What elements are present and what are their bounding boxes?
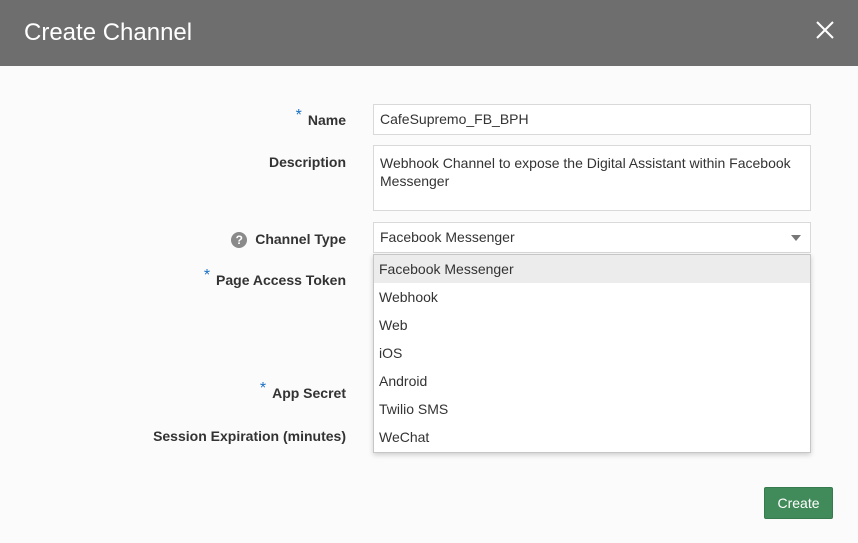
help-icon[interactable]: ?	[231, 232, 248, 248]
create-channel-dialog: Create Channel * Name CafeSupremo_FB_BPH …	[0, 0, 858, 543]
dropdown-option-twilio-sms[interactable]: Twilio SMS	[374, 395, 810, 423]
name-label-text: Name	[307, 112, 346, 128]
dropdown-option-webhook[interactable]: Webhook	[374, 283, 810, 311]
required-indicator: *	[259, 380, 267, 397]
required-indicator: *	[203, 267, 211, 284]
description-label: Description	[268, 154, 346, 170]
description-value: Webhook Channel to expose the Digital As…	[380, 155, 791, 189]
name-input[interactable]: CafeSupremo_FB_BPH	[373, 104, 811, 135]
channel-type-label-text: Channel Type	[255, 231, 346, 247]
create-button[interactable]: Create	[764, 487, 833, 519]
dropdown-option-wechat[interactable]: WeChat	[374, 423, 810, 451]
required-indicator: *	[295, 107, 302, 124]
page-access-token-label-text: Page Access Token	[216, 272, 346, 288]
dropdown-option-facebook-messenger[interactable]: Facebook Messenger	[374, 255, 810, 283]
session-expiration-label: Session Expiration (minutes)	[153, 428, 346, 444]
dropdown-option-ios[interactable]: iOS	[374, 339, 810, 367]
name-label: * Name	[296, 107, 346, 130]
dialog-header: Create Channel	[0, 0, 858, 66]
channel-type-label: ? Channel Type	[231, 230, 346, 248]
dropdown-option-android[interactable]: Android	[374, 367, 810, 395]
close-icon[interactable]	[812, 17, 838, 43]
name-value: CafeSupremo_FB_BPH	[380, 111, 529, 127]
channel-type-value: Facebook Messenger	[380, 229, 515, 245]
app-secret-label-text: App Secret	[272, 385, 346, 401]
dialog-title: Create Channel	[24, 19, 193, 46]
page-access-token-label: * Page Access Token	[204, 267, 346, 290]
channel-type-dropdown: Facebook Messenger Webhook Web iOS Andro…	[373, 254, 811, 453]
dropdown-option-web[interactable]: Web	[374, 311, 810, 339]
app-secret-label: * App Secret	[260, 380, 346, 403]
chevron-down-icon	[791, 235, 801, 241]
channel-type-select[interactable]: Facebook Messenger	[373, 222, 811, 253]
description-textarea[interactable]: Webhook Channel to expose the Digital As…	[373, 145, 811, 211]
